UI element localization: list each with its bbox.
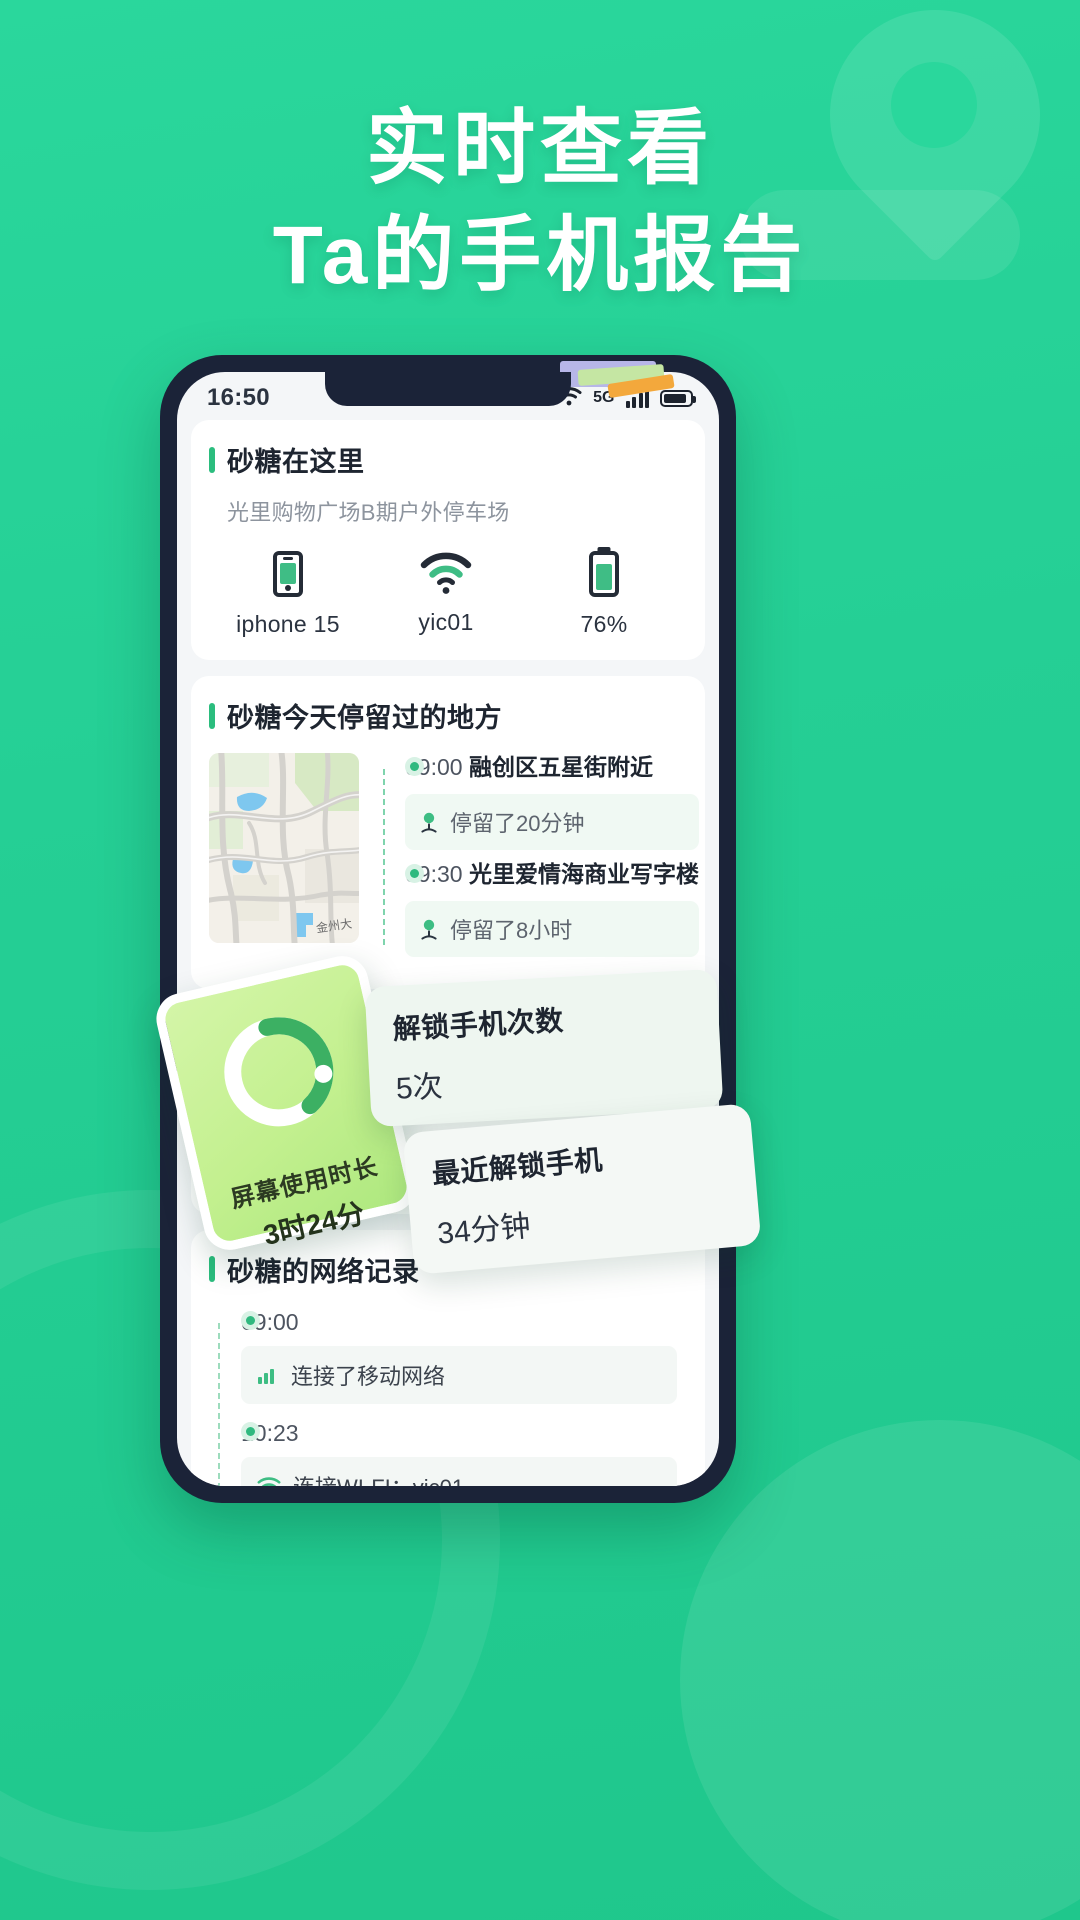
headline-line-1: 实时查看 xyxy=(365,103,714,194)
timeline-duration-text: 停留了8小时 xyxy=(450,917,573,943)
timeline-dot-icon xyxy=(241,1421,260,1441)
timeline-heading: 09:30 光里爱情海商业写字楼 xyxy=(405,860,699,890)
network-text: 连接WI-FI：yic01 xyxy=(293,1470,464,1486)
phone-device-icon xyxy=(273,551,303,597)
network-chip: 连接WI-FI：yic01 xyxy=(241,1456,677,1486)
network-time: 10:23 xyxy=(241,1419,299,1446)
accent-bar xyxy=(209,702,215,729)
places-card-header: 砂糖今天停留过的地方 xyxy=(209,696,683,735)
location-card-title: 砂糖在这里 xyxy=(227,447,365,477)
stat-wifi-label: yic01 xyxy=(418,609,474,635)
unlock-count-float-card[interactable]: 解锁手机次数 5次 xyxy=(364,968,724,1128)
timeline-dot-icon xyxy=(405,863,424,883)
places-card: 砂糖今天停留过的地方 金州大 09:00 融创区五星街附近 停留了20分钟 09… xyxy=(191,676,705,989)
network-item[interactable]: 10:23 连接WI-FI：yic01 xyxy=(241,1420,683,1486)
location-address: 光里购物广场B期户外停车场 xyxy=(227,500,510,525)
hero-headline: 实时查看 Ta的手机报告 xyxy=(0,96,1080,309)
device-stats-row: iphone 15 yic01 76% xyxy=(209,551,683,638)
stat-battery: 76% xyxy=(525,551,683,638)
network-time: 09:00 xyxy=(241,1308,299,1335)
timeline-dot-icon xyxy=(405,757,424,776)
map-pin-icon xyxy=(421,919,437,940)
phone-screen: 16:50 5G 砂糖在这里 光里购物广场B期户外停车场 iphone 15 y… xyxy=(177,372,719,1486)
places-card-body: 金州大 09:00 融创区五星街附近 停留了20分钟 09:30 光里爱情海商业… xyxy=(209,753,699,967)
network-item[interactable]: 09:00 连接了移动网络 xyxy=(241,1309,683,1404)
phone-notch xyxy=(325,372,571,406)
cellular-signal-icon xyxy=(258,1368,274,1384)
timeline-duration-chip: 停留了20分钟 xyxy=(405,793,699,850)
timeline-place: 光里爱情海商业写字楼 xyxy=(468,860,699,887)
timeline-duration-text: 停留了20分钟 xyxy=(450,810,585,836)
decor-circle-bottom-right xyxy=(680,1420,1080,1920)
places-timeline: 09:00 融创区五星街附近 停留了20分钟 09:30 光里爱情海商业写字楼 … xyxy=(375,753,699,967)
accent-bar xyxy=(209,446,215,473)
recent-unlock-value: 34分钟 xyxy=(435,1209,532,1251)
screen-time-ring xyxy=(207,1000,351,1144)
timeline-duration-chip: 停留了8小时 xyxy=(405,900,699,957)
network-text: 连接了移动网络 xyxy=(291,1363,446,1389)
timeline-item[interactable]: 09:30 光里爱情海商业写字楼 停留了8小时 xyxy=(405,860,699,957)
timeline-heading: 09:00 融创区五星街附近 xyxy=(405,753,699,783)
app-content: 砂糖在这里 光里购物广场B期户外停车场 iphone 15 yic01 76% … xyxy=(177,420,719,1486)
network-timeline: 09:00 连接了移动网络 10:23 xyxy=(209,1309,683,1486)
accent-bar xyxy=(209,1256,215,1283)
recent-unlock-title: 最近解锁手机 xyxy=(430,1144,604,1190)
wifi-icon xyxy=(420,551,472,595)
stat-battery-label: 76% xyxy=(580,611,628,637)
stat-device: iphone 15 xyxy=(209,551,367,638)
unlock-count-value: 5次 xyxy=(395,1070,444,1106)
timeline-place: 融创区五星街附近 xyxy=(468,754,653,780)
location-card-header: 砂糖在这里 xyxy=(209,440,683,479)
map-thumbnail[interactable]: 金州大 xyxy=(209,753,359,943)
battery-icon xyxy=(660,389,696,407)
status-time: 16:50 xyxy=(207,384,270,411)
headline-line-2: Ta的手机报告 xyxy=(272,209,808,301)
recent-unlock-float-card[interactable]: 最近解锁手机 34分钟 xyxy=(402,1103,762,1275)
timeline-item[interactable]: 09:00 融创区五星街附近 停留了20分钟 xyxy=(405,753,699,850)
timeline-dot-icon xyxy=(241,1310,260,1330)
location-card: 砂糖在这里 光里购物广场B期户外停车场 iphone 15 yic01 76% xyxy=(191,420,705,660)
stat-device-label: iphone 15 xyxy=(236,611,340,637)
battery-icon xyxy=(589,551,619,597)
unlock-count-title: 解锁手机次数 xyxy=(392,1004,565,1045)
stat-wifi: yic01 xyxy=(367,551,525,638)
phone-mockup: 16:50 5G 砂糖在这里 光里购物广场B期户外停车场 iphone 15 y… xyxy=(160,355,736,1503)
network-chip: 连接了移动网络 xyxy=(241,1345,677,1404)
places-card-title: 砂糖今天停留过的地方 xyxy=(227,703,502,733)
wifi-icon xyxy=(257,1477,281,1486)
map-pin-icon xyxy=(421,812,437,833)
